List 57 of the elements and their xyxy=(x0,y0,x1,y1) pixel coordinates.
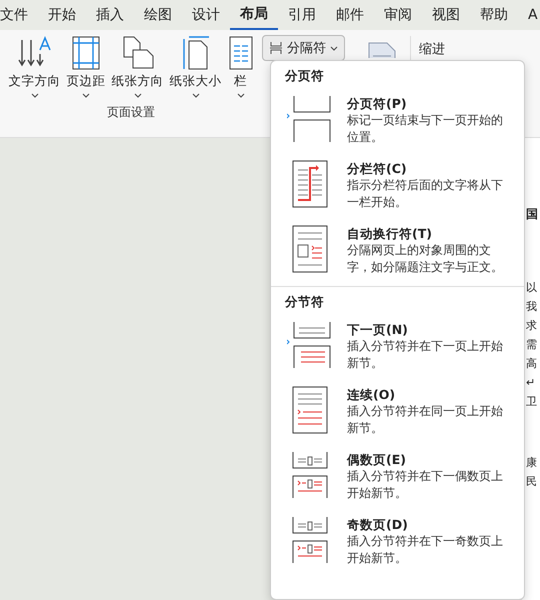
odd-page-icon xyxy=(292,516,328,564)
chevron-down-icon xyxy=(192,93,200,98)
ribbon-button[interactable]: 页边距 xyxy=(64,36,108,98)
ribbon-tab[interactable]: 帮助 xyxy=(470,0,518,30)
paper-size-icon xyxy=(180,36,210,70)
menu-item[interactable]: 偶数页(E) 插入分节符并在下一偶数页上开始新节。 xyxy=(271,443,524,508)
document-text: ↵ xyxy=(526,376,536,389)
menu-item[interactable]: 自动换行符(T) 分隔网页上的对象周围的文字，如分隔题注文字与正文。 xyxy=(271,217,524,282)
group-label: 页面设置 xyxy=(107,104,155,121)
document-icon xyxy=(368,42,396,58)
indent-label: 缩进 xyxy=(419,41,445,58)
menu-item[interactable]: 分栏符(C) 指示分栏符后面的文字将从下一栏开始。 xyxy=(271,152,524,217)
ribbon-button[interactable]: 栏 xyxy=(226,36,256,98)
continuous-icon xyxy=(292,386,328,434)
ribbon-tab[interactable]: 文件 xyxy=(0,0,38,30)
ribbon-tab[interactable]: 邮件 xyxy=(326,0,374,30)
document-text: 以 xyxy=(526,281,537,294)
columns-icon xyxy=(228,36,254,70)
chevron-down-icon xyxy=(236,93,244,98)
page-break-icon xyxy=(287,95,333,143)
margins-icon xyxy=(71,36,101,70)
ribbon-tab[interactable]: 绘图 xyxy=(134,0,182,30)
text-wrapping-icon xyxy=(292,225,328,273)
menu-section-title: 分页符 xyxy=(284,67,325,85)
even-page-icon xyxy=(292,451,328,499)
menu-section-title: 分节符 xyxy=(284,293,325,311)
column-break-icon xyxy=(292,160,328,208)
document-text: 求 xyxy=(526,319,537,332)
ribbon-tab[interactable]: A xyxy=(518,0,540,30)
menu-item[interactable]: 分页符(P) 标记一页结束与下一页开始的位置。 xyxy=(271,87,524,152)
document-text: 我 xyxy=(526,300,537,313)
chevron-down-icon xyxy=(82,93,90,98)
breaks-icon xyxy=(269,41,283,55)
document-text: 民 xyxy=(526,475,537,488)
document-text: 高 xyxy=(526,357,537,370)
menu-item[interactable]: 下一页(N) 插入分节符并在下一页上开始新节。 xyxy=(271,313,524,378)
ribbon-tab[interactable]: 引用 xyxy=(278,0,326,30)
chevron-down-icon xyxy=(30,93,38,98)
menu-item[interactable]: 连续(O) 插入分节符并在同一页上开始新节。 xyxy=(271,378,524,443)
orientation-icon xyxy=(120,36,154,70)
ribbon-tab[interactable]: 视图 xyxy=(422,0,470,30)
ribbon-tab[interactable]: 开始 xyxy=(38,0,86,30)
ribbon-button[interactable]: 文字方向 xyxy=(6,36,62,98)
ribbon-tab[interactable]: 审阅 xyxy=(374,0,422,30)
breaks-button[interactable]: 分隔符 xyxy=(262,35,345,61)
document-text: 卫 xyxy=(526,395,537,408)
ribbon-tab[interactable]: 插入 xyxy=(86,0,134,30)
menu-item[interactable]: 奇数页(D) 插入分节符并在下一奇数页上开始新节。 xyxy=(271,508,524,573)
ribbon-button[interactable]: 纸张大小 xyxy=(168,36,224,98)
document-text: 需 xyxy=(526,338,537,351)
document-text: 国 xyxy=(526,208,538,221)
ribbon-tab[interactable]: 设计 xyxy=(182,0,230,30)
next-page-icon xyxy=(287,321,333,369)
ribbon-button[interactable]: 纸张方向 xyxy=(110,36,166,98)
document-text: 康 xyxy=(526,456,537,469)
chevron-down-icon xyxy=(330,46,338,50)
chevron-down-icon xyxy=(134,93,142,98)
